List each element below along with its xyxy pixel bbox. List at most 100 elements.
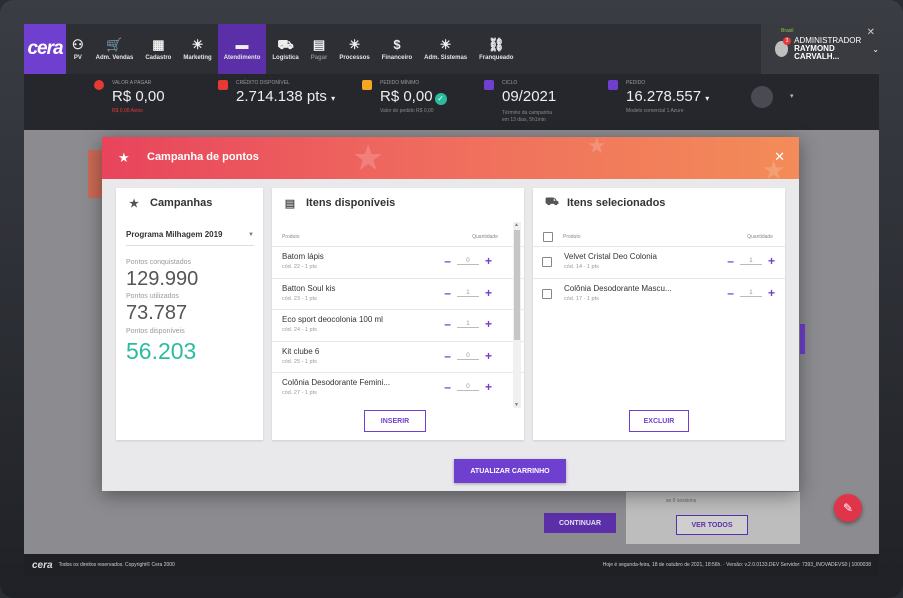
list-item[interactable]: Kit clube 6 cód. 25 - 1 pts –0 +: [272, 340, 524, 373]
campanha-pontos-modal: ★ ★ ★ ★ Campanha de pontos ✕ ★ Campanhas …: [102, 137, 799, 491]
quantity-input[interactable]: 1: [739, 289, 762, 297]
nav-items: ⚇ PV 🛒 Adm. Vendas ▦ Cadastro ☀ Marketing ▬ Atend…: [66, 24, 519, 74]
select-all: Produto: [543, 232, 581, 242]
campanha-selected: Programa Milhagem 2019: [126, 230, 223, 239]
quantity-stepper: –0 +: [444, 381, 492, 393]
chevron-down-icon[interactable]: ▾: [705, 94, 709, 103]
chevron-down-icon[interactable]: ⌄: [872, 45, 879, 54]
campanha-select[interactable]: Programa Milhagem 2019 ▼: [126, 224, 254, 246]
close-icon[interactable]: ✕: [774, 149, 785, 165]
basket-icon: [362, 80, 372, 90]
decorative-star-icon: ★: [352, 137, 385, 178]
nav-item-processos[interactable]: ☀ Processos: [333, 24, 375, 74]
top-nav: cera ⚇ PV 🛒 Adm. Vendas ▦ Cadastro ☀ Marketing ▬…: [24, 24, 879, 74]
atualizar-carrinho-button[interactable]: ATUALIZAR CARRINHO: [454, 459, 566, 483]
select-all-checkbox[interactable]: [543, 232, 553, 242]
quantity-input[interactable]: 1: [739, 257, 762, 265]
list-item[interactable]: Batton Soul kis cód. 23 - 1 pts –1 +: [272, 277, 524, 310]
chevron-down-icon[interactable]: ▾: [331, 94, 335, 103]
nav-item-financeiro[interactable]: $ Financeiro: [376, 24, 418, 74]
item-name: Colônia Desodorante Femini...: [282, 378, 391, 387]
list-item[interactable]: Eco sport deocolonia 100 ml cód. 24 - 1 p…: [272, 309, 524, 341]
pedido-number: 16.278.557: [626, 88, 702, 105]
plus-icon[interactable]: +: [485, 318, 492, 330]
scroll-up-icon[interactable]: ▲: [514, 222, 519, 228]
close-icon[interactable]: ✕: [867, 27, 875, 38]
plus-icon[interactable]: +: [768, 287, 775, 299]
col-quantidade: Quantidade: [472, 234, 498, 240]
minus-icon[interactable]: –: [444, 318, 451, 330]
user-group-icon: ⚇: [72, 36, 84, 52]
list-item[interactable]: Colônia Desodorante Femini... cód. 27 - 1…: [272, 372, 524, 404]
nav-item-pv[interactable]: ⚇ PV: [66, 24, 90, 74]
avatar: 3: [775, 37, 791, 57]
alert-icon: [94, 80, 104, 90]
avatar[interactable]: [751, 86, 773, 108]
quantity-input[interactable]: 1: [456, 320, 479, 328]
minus-icon[interactable]: –: [727, 287, 734, 299]
edit-fab-button[interactable]: ✎: [834, 494, 862, 522]
quantity-input[interactable]: 1: [456, 289, 479, 297]
nav-item-cadastro[interactable]: ▦ Cadastro: [139, 24, 177, 74]
scroll-down-icon[interactable]: ▼: [514, 402, 519, 408]
nav-item-franqueado[interactable]: ⛓ Franqueado: [473, 24, 519, 74]
chevron-down-icon[interactable]: ▾: [790, 92, 794, 100]
nav-item-adm-sistemas[interactable]: ☀ Adm. Sistemas: [418, 24, 473, 74]
itens-selecionados-panel: ⛟ Itens selecionados Produto Quantidade V…: [533, 188, 785, 440]
nav-item-label: Financeiro: [381, 54, 413, 61]
star-icon: ★: [118, 150, 130, 165]
lightbulb-icon: ☀: [439, 36, 452, 52]
cart-icon: 🛒: [106, 36, 123, 52]
table-header: Produto Quantidade: [282, 228, 512, 246]
plus-icon[interactable]: +: [485, 255, 492, 267]
version-text: Hoje é segunda-feira, 18 de outubro de 2…: [602, 562, 871, 568]
inserir-button[interactable]: INSERIR: [364, 410, 426, 432]
list-item[interactable]: Batom lápis cód. 22 - 1 pts –0 +: [272, 246, 524, 278]
quantity-input[interactable]: 0: [456, 352, 479, 360]
nav-item-adm-vendas[interactable]: 🛒 Adm. Vendas: [90, 24, 140, 74]
minus-icon[interactable]: –: [444, 381, 451, 393]
plus-icon[interactable]: +: [485, 287, 492, 299]
pedido-value: 16.278.557 ▾: [626, 88, 709, 105]
list-item[interactable]: Velvet Cristal Deo Colonia cód. 14 - 1 pt…: [533, 246, 785, 278]
minus-icon[interactable]: –: [727, 255, 734, 267]
nav-item-atendimento[interactable]: ▬ Atendimento: [217, 24, 267, 74]
minus-icon[interactable]: –: [444, 287, 451, 299]
minus-icon[interactable]: –: [444, 350, 451, 362]
quantity-input[interactable]: 0: [456, 383, 479, 391]
item-name: Eco sport deocolonia 100 ml: [282, 315, 383, 324]
nav-item-log-stica[interactable]: ⛟ Logística: [266, 24, 304, 74]
caret-down-icon: ▼: [248, 231, 254, 238]
plus-icon[interactable]: +: [485, 381, 492, 393]
minus-icon[interactable]: –: [444, 255, 451, 267]
check-icon: ✓: [434, 93, 447, 105]
nav-item-pagar[interactable]: ▤ Pagar: [305, 24, 334, 74]
ver-todos-button[interactable]: VER TODOS: [676, 515, 748, 535]
quantity-input[interactable]: 0: [456, 257, 479, 265]
user-name: RAYMOND CARVALH...: [794, 44, 840, 61]
itens-disponiveis-panel: ▤ Itens disponíveis Produto Quantidade Ba…: [272, 188, 524, 440]
continuar-button[interactable]: CONTINUAR: [544, 513, 616, 533]
notification-badge: 3: [783, 37, 791, 45]
item-code: cód. 27 - 1 pts: [282, 390, 317, 396]
list-item[interactable]: Colônia Desodorante Mascu... cód. 17 - 1 …: [533, 277, 785, 310]
user-menu[interactable]: Brasil ✕ 3 ADMINISTRADOR RAYMOND CARVALH…: [761, 24, 879, 74]
disponiveis-list: Batom lápis cód. 22 - 1 pts –0 + Batton Soul…: [272, 246, 524, 404]
nav-item-marketing[interactable]: ☀ Marketing: [177, 24, 217, 74]
scroll-thumb[interactable]: [514, 230, 520, 340]
background-accent: [800, 324, 805, 354]
plus-icon[interactable]: +: [768, 255, 775, 267]
nav-item-label: Logística: [272, 54, 299, 61]
scrollbar[interactable]: ▲ ▼: [513, 222, 521, 408]
col-produto: Produto: [563, 234, 581, 240]
excluir-button[interactable]: EXCLUIR: [629, 410, 689, 432]
brand-logo[interactable]: cera: [24, 24, 66, 74]
truck-icon: ⛟: [277, 36, 294, 52]
calendar-icon: [484, 80, 494, 90]
item-checkbox[interactable]: [542, 257, 552, 267]
itens-selecionados-header: ⛟ Itens selecionados: [533, 188, 785, 218]
plus-icon[interactable]: +: [485, 350, 492, 362]
item-checkbox[interactable]: [542, 288, 552, 299]
pontos-disponiveis-value: 56.203: [126, 338, 197, 364]
table-header: Produto Quantidade: [543, 228, 773, 246]
